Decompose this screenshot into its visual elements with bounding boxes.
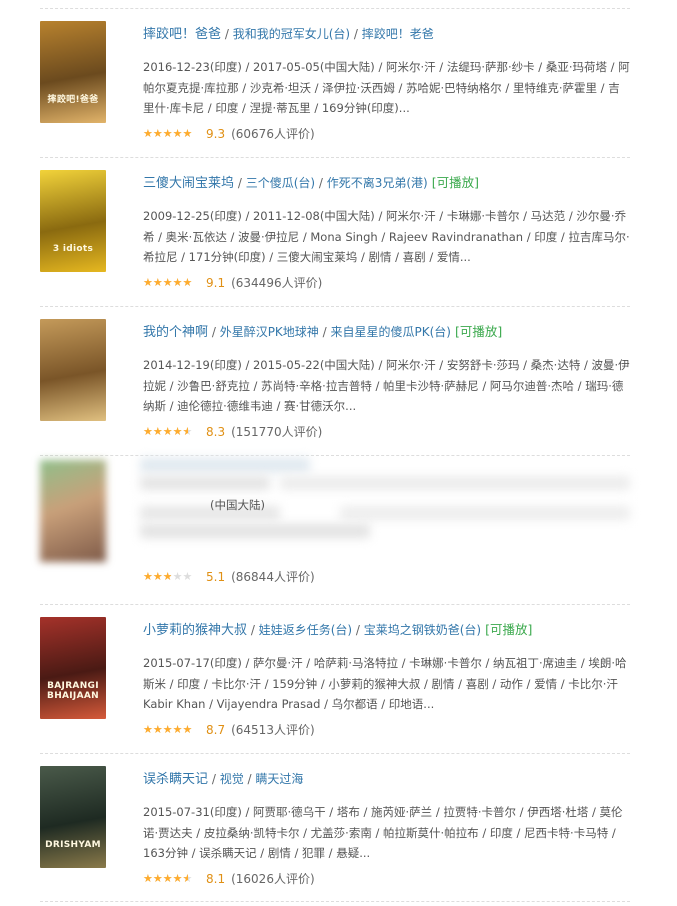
movie-title-link[interactable]: 摔跤吧！爸爸 bbox=[143, 27, 221, 42]
separator: / bbox=[208, 325, 220, 339]
stars-filled: ★★★★★ bbox=[143, 571, 171, 582]
poster-image[interactable] bbox=[40, 319, 106, 421]
movie-title-link[interactable]: 误杀瞒天记 bbox=[143, 772, 208, 787]
alias-title[interactable]: 视觉 bbox=[220, 772, 244, 786]
list-item: BAJRANGI BHAIJAAN 小萝莉的猴神大叔 / 娃娃返乡任务(台) / … bbox=[40, 604, 630, 753]
poster-image[interactable]: DRISHYAM bbox=[40, 766, 106, 868]
rating-score: 8.7 bbox=[206, 723, 226, 737]
poster-title: 摔跤吧!爸爸 bbox=[47, 95, 99, 105]
stars-filled: ★★★★★ bbox=[143, 128, 193, 139]
rating-line: ★★★★★ ★★★★★ 9.1 (634496人评价) bbox=[143, 273, 322, 293]
rating-score: 9.1 bbox=[206, 276, 226, 290]
separator: / bbox=[315, 176, 327, 190]
list-item: 3 idiots 三傻大闹宝莱坞 / 三个傻瓜(台) / 作死不离3兄弟(港) [可… bbox=[40, 157, 630, 306]
movie-list: 摔跤吧!爸爸 摔跤吧！爸爸 / 我和我的冠军女儿(台) / 摔跤吧！老爸 2016-… bbox=[0, 0, 677, 906]
rating-line: ★★★★★ ★★★★★ 9.3 (60676人评价) bbox=[143, 124, 315, 144]
vote-count[interactable]: (64513人评价) bbox=[231, 723, 315, 737]
separator: / bbox=[318, 325, 331, 339]
poster-title: BAJRANGI BHAIJAAN bbox=[47, 681, 99, 701]
poster-title: DRISHYAM bbox=[45, 840, 101, 850]
rating-line: ★★★★★★★★★★ 5.1 (86844人评价) bbox=[143, 567, 315, 587]
stars-filled: ★★★★★ bbox=[143, 724, 193, 735]
separator: / bbox=[247, 623, 259, 637]
stars-filled: ★★★★★ bbox=[143, 277, 193, 288]
alias-title[interactable]: 作死不离3兄弟(港) bbox=[327, 176, 428, 190]
blurred-text bbox=[140, 476, 270, 490]
separator: / bbox=[243, 772, 256, 786]
rating-score: 8.1 bbox=[206, 872, 226, 886]
playable-badge[interactable]: [可播放] bbox=[432, 175, 479, 190]
poster-image[interactable]: BAJRANGI BHAIJAAN bbox=[40, 617, 106, 719]
separator: / bbox=[221, 27, 233, 41]
list-item: (中国大陆) ★★★★★★★★★★ 5.1 (86844人评价) bbox=[40, 455, 630, 604]
playable-badge[interactable]: [可播放] bbox=[485, 622, 532, 637]
movie-title-link[interactable]: 三傻大闹宝莱坞 bbox=[143, 176, 234, 191]
meta-text: 2015-07-31(印度) / 阿贾耶·德乌干 / 塔布 / 施芮娅·萨兰 /… bbox=[143, 805, 623, 860]
vote-count[interactable]: (16026人评价) bbox=[231, 872, 315, 886]
list-item: 我的个神啊 / 外星醉汉PK地球神 / 来自星星的傻瓜PK(台) [可播放] 201… bbox=[40, 306, 630, 455]
meta-text: 2014-12-19(印度) / 2015-05-22(中国大陆) / 阿米尔·… bbox=[143, 358, 630, 413]
blurred-text bbox=[340, 506, 630, 520]
rating-line: ★★★★★ ★★★★★ 8.1 (16026人评价) bbox=[143, 869, 315, 889]
title-line: 摔跤吧！爸爸 / 我和我的冠军女儿(台) / 摔跤吧！老爸 bbox=[143, 24, 623, 44]
alias-title[interactable]: 三个傻瓜(台) bbox=[246, 176, 315, 190]
rating-stars: ★★★★★★★★★★ bbox=[143, 277, 199, 288]
meta-text: 2016-12-23(印度) / 2017-05-05(中国大陆) / 阿米尔·… bbox=[143, 60, 630, 115]
separator: / bbox=[234, 176, 246, 190]
vote-count[interactable]: (634496人评价) bbox=[231, 276, 322, 290]
poster-title: 3 idiots bbox=[52, 244, 94, 254]
movie-title-link[interactable]: 我的个神啊 bbox=[143, 325, 208, 340]
rating-score: 5.1 bbox=[206, 570, 226, 584]
stars-filled: ★★★★★ bbox=[143, 873, 188, 884]
alias-title[interactable]: 外星醉汉PK地球神 bbox=[220, 325, 319, 339]
alias-title[interactable]: 娃娃返乡任务(台) bbox=[259, 623, 352, 637]
playable-badge[interactable]: [可播放] bbox=[455, 324, 502, 339]
separator: / bbox=[352, 623, 364, 637]
rating-score: 9.3 bbox=[206, 127, 226, 141]
rating-line: ★★★★★ ★★★★★ 8.7 (64513人评价) bbox=[143, 720, 315, 740]
title-line: 我的个神啊 / 外星醉汉PK地球神 / 来自星星的傻瓜PK(台) [可播放] bbox=[143, 322, 623, 342]
rating-stars: ★★★★★★★★★★ bbox=[143, 873, 199, 884]
meta-text: 2015-07-17(印度) / 萨尔曼·汗 / 哈萨莉·马洛特拉 / 卡琳娜·… bbox=[143, 656, 627, 711]
separator: / bbox=[208, 772, 220, 786]
list-item: 摔跤吧!爸爸 摔跤吧！爸爸 / 我和我的冠军女儿(台) / 摔跤吧！老爸 2016-… bbox=[40, 8, 630, 157]
alias-title[interactable]: 瞒天过海 bbox=[255, 772, 303, 786]
poster-image[interactable] bbox=[40, 460, 106, 562]
blurred-text bbox=[140, 524, 370, 538]
rating-stars: ★★★★★★★★★★ bbox=[143, 724, 199, 735]
blurred-text bbox=[280, 476, 630, 490]
rating-line: ★★★★★ ★★★★★ 8.3 (151770人评价) bbox=[143, 422, 322, 442]
separator: / bbox=[350, 27, 362, 41]
poster-image[interactable]: 摔跤吧!爸爸 bbox=[40, 21, 106, 123]
title-line: 误杀瞒天记 / 视觉 / 瞒天过海 bbox=[143, 769, 623, 789]
blurred-entry: (中国大陆) bbox=[40, 456, 630, 604]
rating-stars: ★★★★★★★★★★ bbox=[143, 426, 199, 437]
blurred-text bbox=[140, 458, 310, 472]
list-item: DRISHYAM 误杀瞒天记 / 视觉 / 瞒天过海 2015-07-31(印度) … bbox=[40, 753, 630, 902]
title-line: 小萝莉的猴神大叔 / 娃娃返乡任务(台) / 宝莱坞之钢铁奶爸(台) [可播放] bbox=[143, 620, 623, 640]
vote-count[interactable]: (60676人评价) bbox=[231, 127, 315, 141]
vote-count[interactable]: (86844人评价) bbox=[231, 570, 315, 584]
title-line: 三傻大闹宝莱坞 / 三个傻瓜(台) / 作死不离3兄弟(港) [可播放] bbox=[143, 173, 623, 193]
rating-score: 8.3 bbox=[206, 425, 226, 439]
rating-stars: ★★★★★★★★★★ bbox=[143, 128, 199, 139]
alias-title[interactable]: 摔跤吧！老爸 bbox=[362, 27, 434, 41]
movie-title-link[interactable]: 小萝莉的猴神大叔 bbox=[143, 623, 247, 638]
meta-text: (中国大陆) bbox=[210, 498, 265, 512]
alias-title[interactable]: 来自星星的傻瓜PK(台) bbox=[330, 325, 450, 339]
alias-title[interactable]: 宝莱坞之钢铁奶爸(台) bbox=[364, 623, 481, 637]
vote-count[interactable]: (151770人评价) bbox=[231, 425, 322, 439]
stars-filled: ★★★★★ bbox=[143, 426, 188, 437]
rating-stars: ★★★★★★★★★★ bbox=[143, 571, 199, 582]
alias-title[interactable]: 我和我的冠军女儿(台) bbox=[233, 27, 350, 41]
poster-image[interactable]: 3 idiots bbox=[40, 170, 106, 272]
meta-text: 2009-12-25(印度) / 2011-12-08(中国大陆) / 阿米尔·… bbox=[143, 209, 630, 264]
